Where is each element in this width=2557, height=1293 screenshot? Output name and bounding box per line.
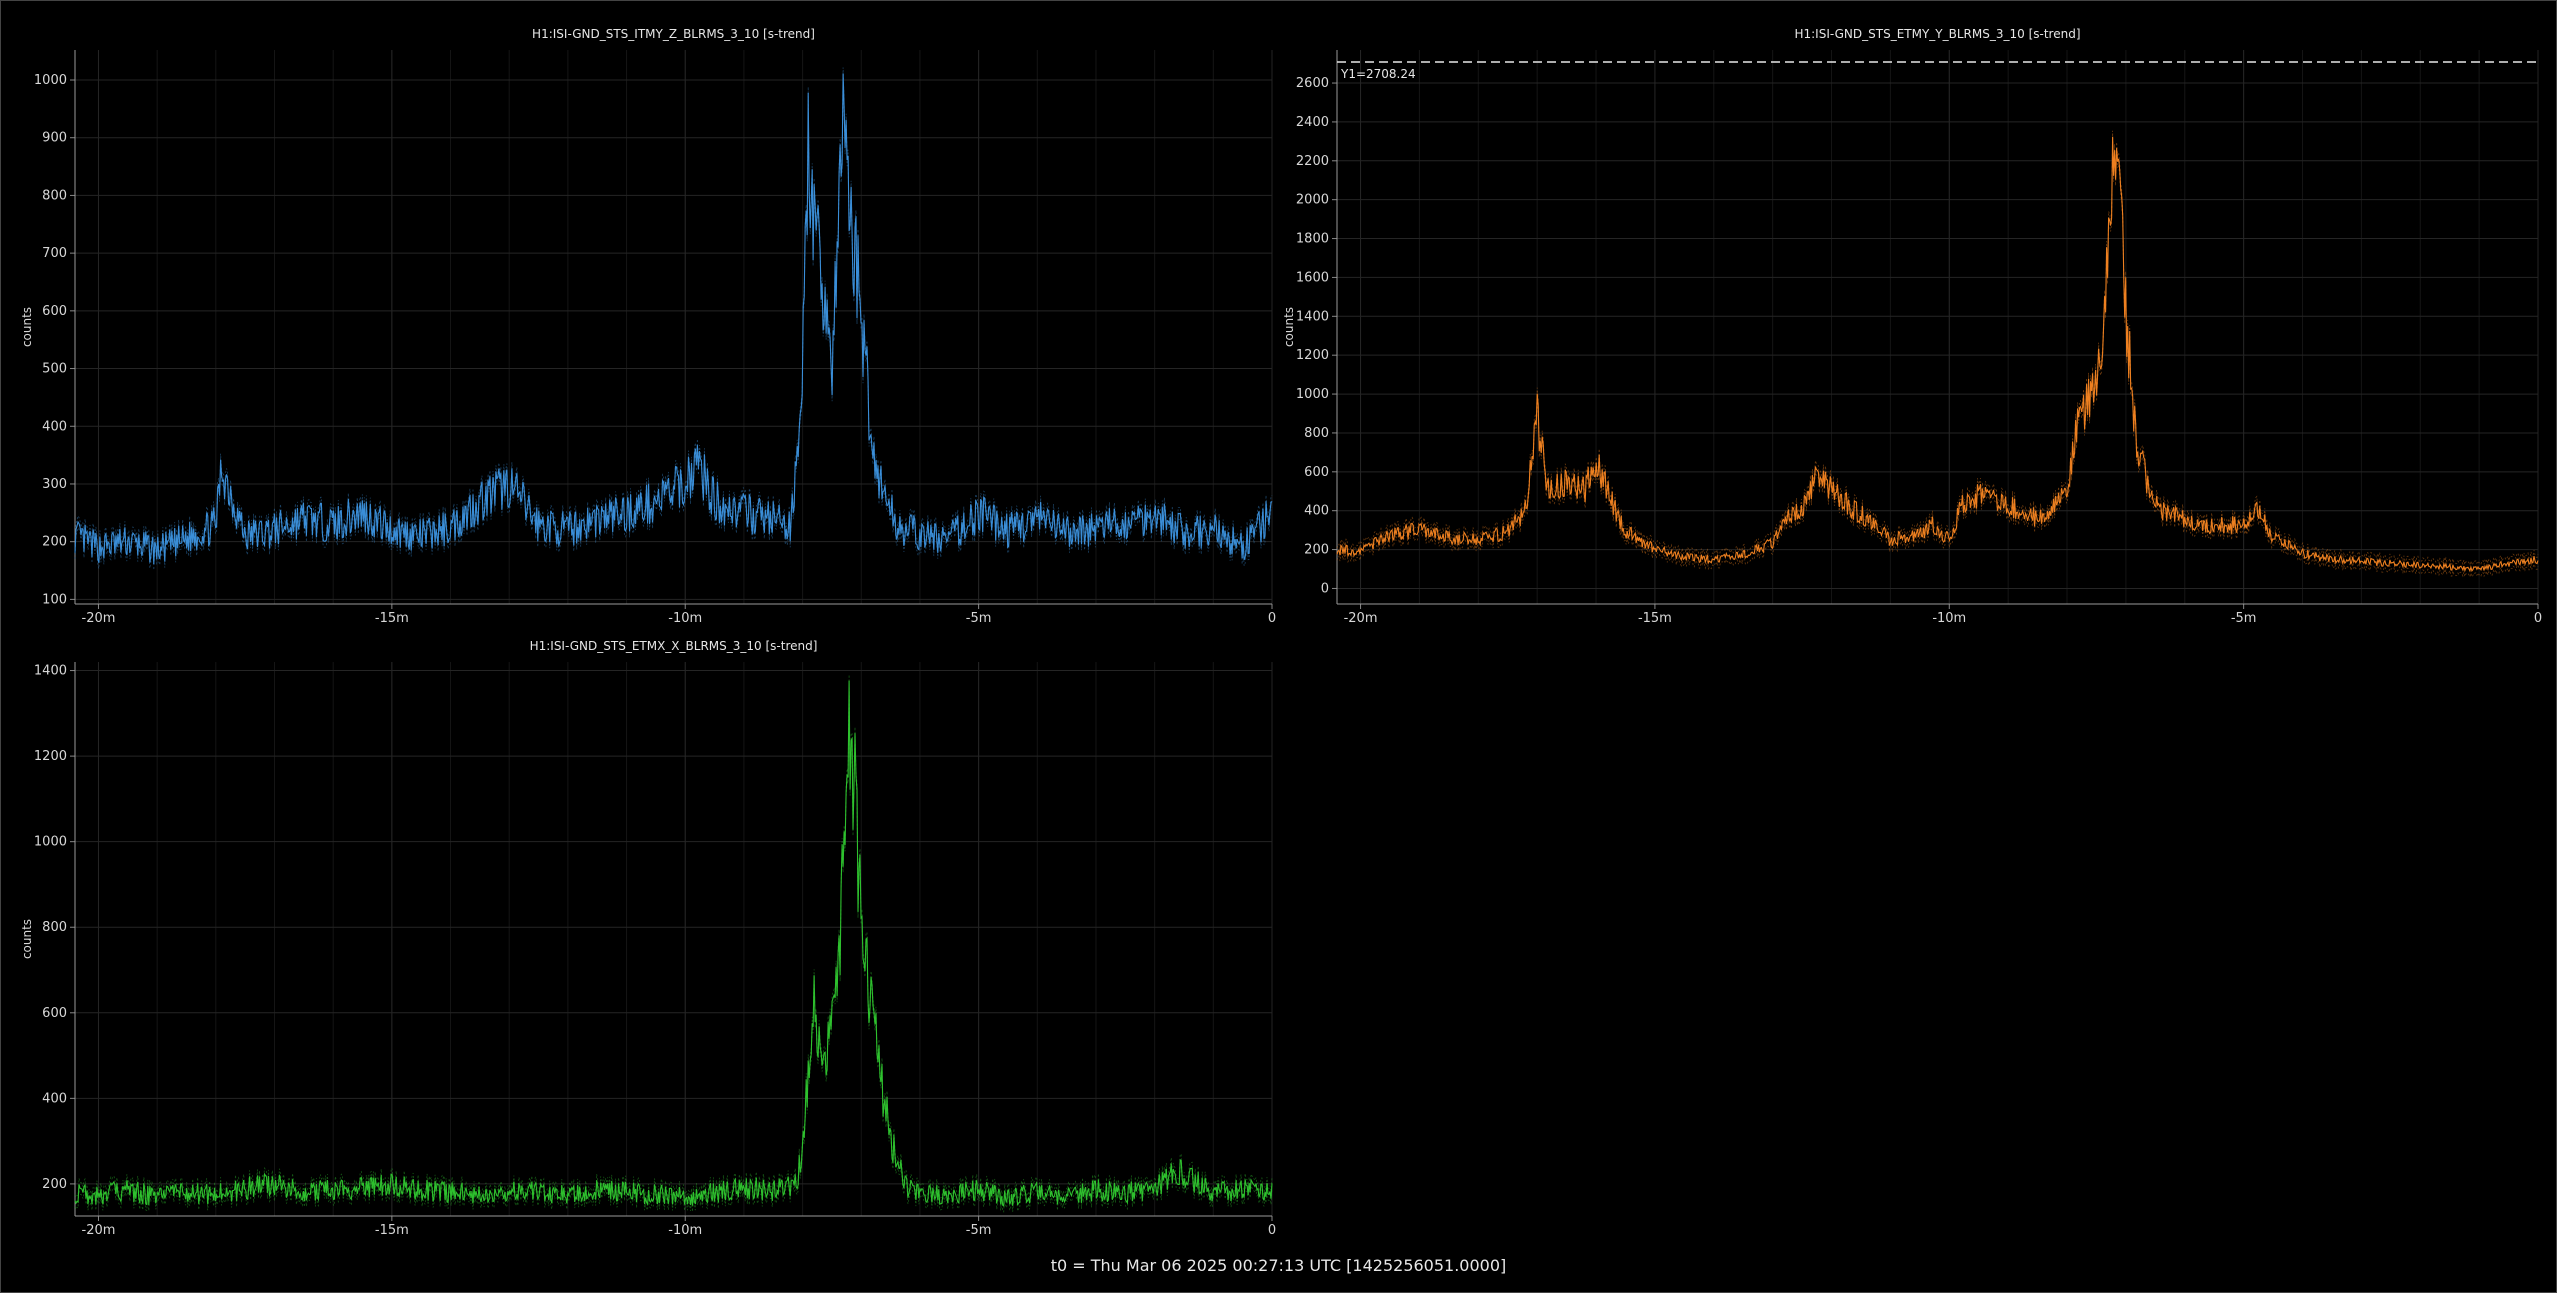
y-tick-label: 900 — [42, 131, 67, 146]
y-tick-label: 2200 — [1296, 154, 1329, 169]
y-tick-label: 400 — [42, 419, 67, 434]
y-tick-label: 200 — [1304, 543, 1329, 558]
y-axis-label: counts — [20, 919, 34, 959]
chart-svg: H1:ISI-GND_STS_ETMY_Y_BLRMS_3_10 [s-tren… — [1282, 27, 2542, 626]
y-tick-label: 2400 — [1296, 115, 1329, 130]
series-mean-line — [74, 680, 1273, 1208]
y-tick-label: 1400 — [34, 664, 67, 679]
series-max-envelope — [1336, 130, 2539, 567]
y-axis-label: counts — [20, 307, 34, 347]
x-tick-label: 0 — [1268, 611, 1276, 626]
y-tick-label: 100 — [42, 592, 67, 607]
series-max-envelope — [74, 674, 1273, 1201]
y-tick-label: 1000 — [1296, 387, 1329, 402]
y-tick-label: 1000 — [34, 73, 67, 88]
y-tick-label: 800 — [1304, 426, 1329, 441]
x-tick-label: -5m — [966, 1223, 992, 1238]
y-tick-label: 1200 — [1296, 348, 1329, 363]
y-axis-label: counts — [1282, 307, 1296, 347]
t0-footer: t0 = Thu Mar 06 2025 00:27:13 UTC [14252… — [1050, 1256, 1507, 1275]
y-tick-label: 800 — [42, 188, 67, 203]
x-tick-label: -10m — [668, 611, 702, 626]
y-tick-label: 400 — [42, 1091, 67, 1106]
x-tick-label: -20m — [82, 1223, 116, 1238]
series-mean-line — [1336, 136, 2539, 573]
chart-svg: H1:ISI-GND_STS_ETMX_X_BLRMS_3_10 [s-tren… — [20, 639, 1276, 1238]
x-tick-label: -10m — [1932, 611, 1966, 626]
chart-title: H1:ISI-GND_STS_ITMY_Z_BLRMS_3_10 [s-tren… — [532, 27, 815, 41]
y-tick-label: 700 — [42, 246, 67, 261]
x-tick-label: -15m — [375, 1223, 409, 1238]
y-tick-label: 800 — [42, 920, 67, 935]
y-tick-label: 300 — [42, 477, 67, 492]
series-min-envelope — [74, 686, 1273, 1213]
y-tick-label: 200 — [42, 1177, 67, 1192]
y-tick-label: 600 — [42, 304, 67, 319]
y-tick-label: 1400 — [1296, 309, 1329, 324]
y-tick-label: 2000 — [1296, 193, 1329, 208]
plot-panel-etmx-x: H1:ISI-GND_STS_ETMX_X_BLRMS_3_10 [s-tren… — [0, 630, 1280, 1238]
series-mean-line — [74, 73, 1273, 565]
y-tick-label: 600 — [1304, 465, 1329, 480]
x-tick-label: -15m — [375, 611, 409, 626]
y-tick-label: 1200 — [34, 749, 67, 764]
x-tick-label: 0 — [1268, 1223, 1276, 1238]
x-tick-label: -5m — [2231, 611, 2257, 626]
chart-svg: H1:ISI-GND_STS_ITMY_Z_BLRMS_3_10 [s-tren… — [20, 27, 1276, 626]
y-tick-label: 1800 — [1296, 232, 1329, 247]
y-cursor-label: Y1=2708.24 — [1340, 67, 1416, 81]
x-tick-label: -15m — [1638, 611, 1672, 626]
y-tick-label: 600 — [42, 1006, 67, 1021]
y-tick-label: 1000 — [34, 835, 67, 850]
series-min-envelope — [1336, 142, 2539, 579]
chart-title: H1:ISI-GND_STS_ETMY_Y_BLRMS_3_10 [s-tren… — [1794, 27, 2080, 41]
y-tick-label: 200 — [42, 535, 67, 550]
plot-panel-etmy-y: H1:ISI-GND_STS_ETMY_Y_BLRMS_3_10 [s-tren… — [1280, 18, 2557, 626]
y-tick-label: 400 — [1304, 504, 1329, 519]
chart-title: H1:ISI-GND_STS_ETMX_X_BLRMS_3_10 [s-tren… — [530, 639, 818, 653]
x-tick-label: 0 — [2534, 611, 2542, 626]
x-tick-label: -20m — [1344, 611, 1378, 626]
x-tick-label: -20m — [82, 611, 116, 626]
x-tick-label: -5m — [966, 611, 992, 626]
plot-panel-itmy-z: H1:ISI-GND_STS_ITMY_Z_BLRMS_3_10 [s-tren… — [0, 18, 1280, 626]
y-tick-label: 2600 — [1296, 76, 1329, 91]
x-tick-label: -10m — [668, 1223, 702, 1238]
y-tick-label: 500 — [42, 362, 67, 377]
y-tick-label: 0 — [1321, 581, 1329, 596]
y-tick-label: 1600 — [1296, 270, 1329, 285]
